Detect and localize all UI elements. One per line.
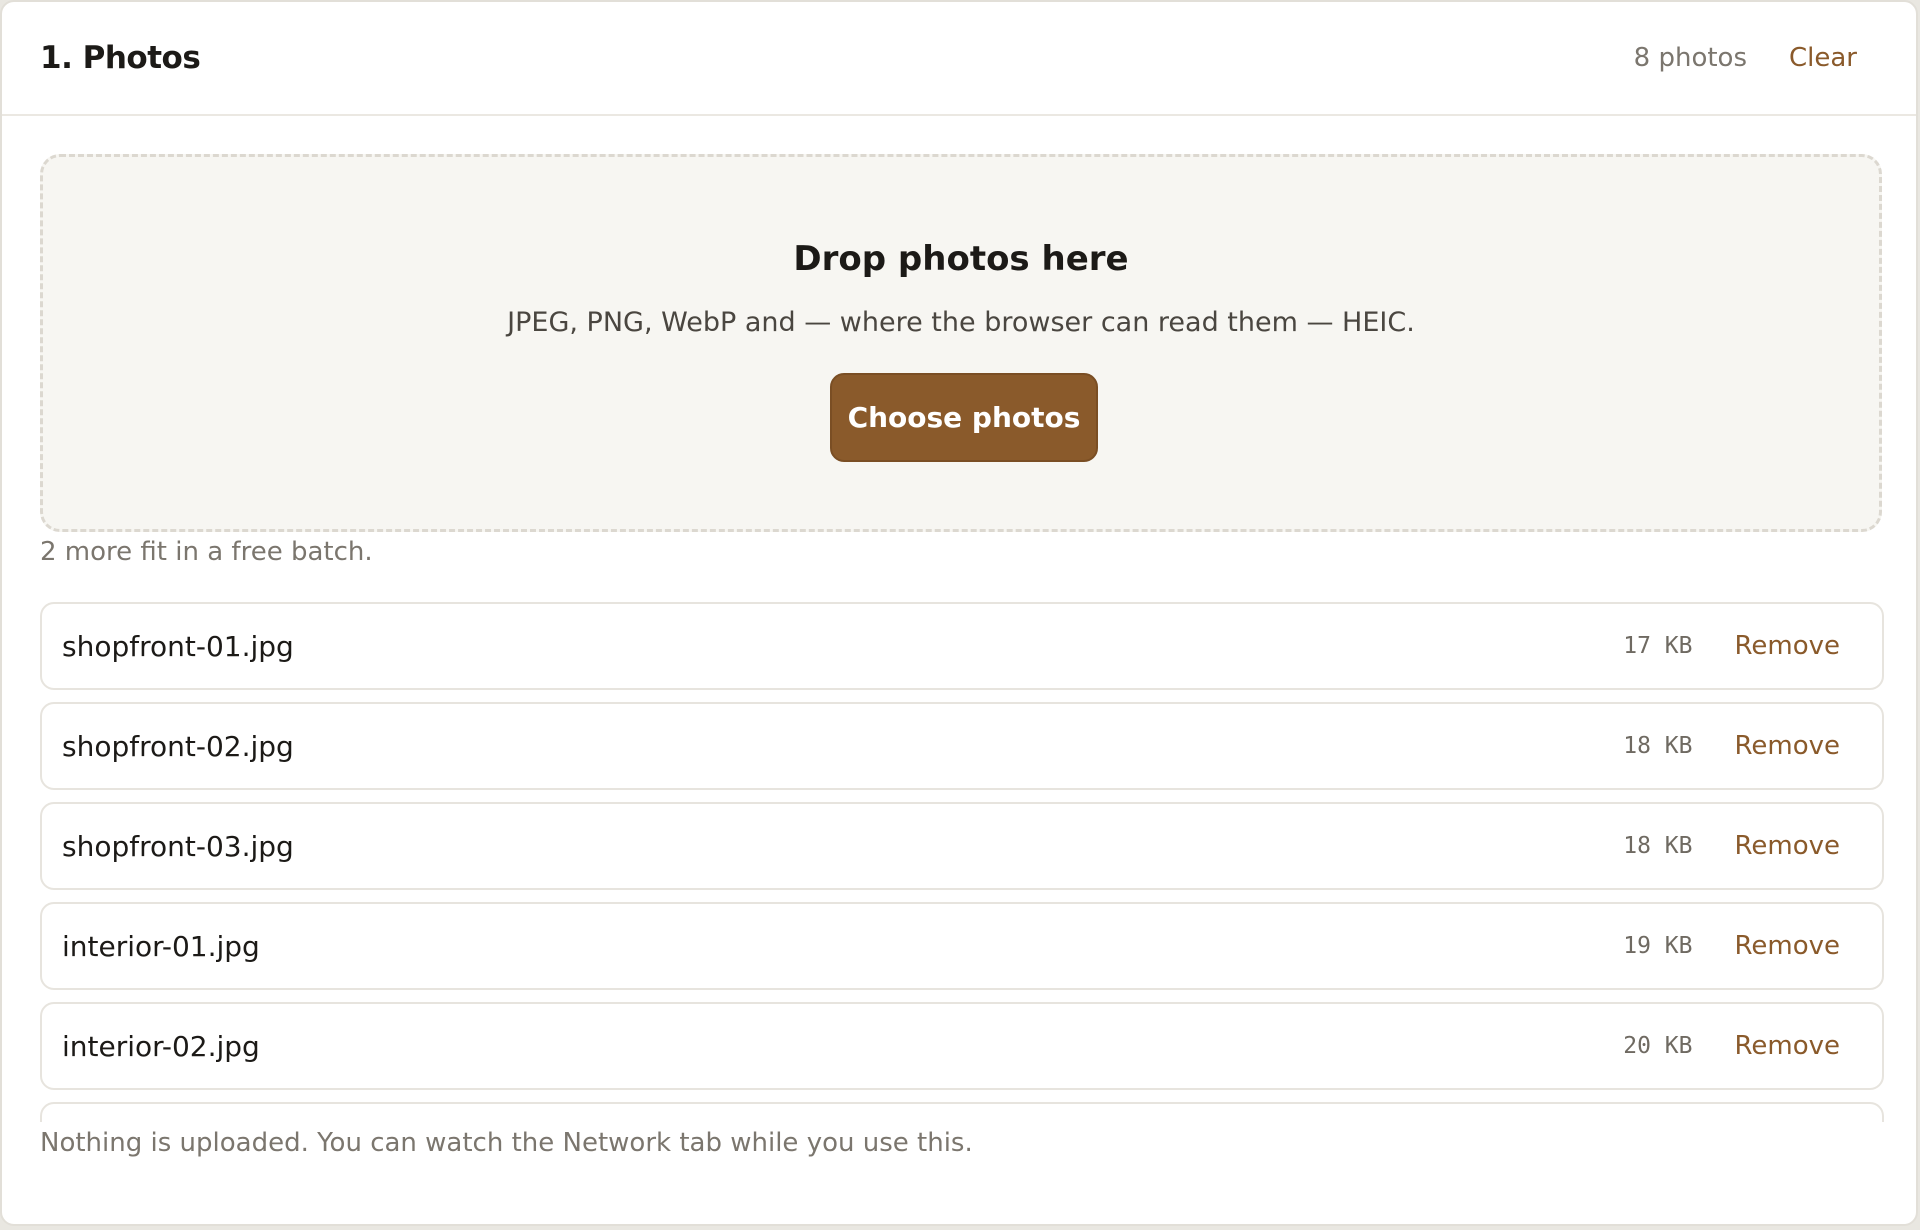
file-size: 19 KB xyxy=(1623,933,1693,959)
remove-button[interactable]: Remove xyxy=(1734,931,1840,961)
list-item: shopfront-03.jpg 18 KB Remove xyxy=(40,802,1884,890)
remove-button[interactable]: Remove xyxy=(1734,631,1840,661)
list-item: shopfront-01.jpg 17 KB Remove xyxy=(40,602,1884,690)
panel-title: 1. Photos xyxy=(40,40,201,76)
file-size: 18 KB xyxy=(1623,733,1693,759)
file-name: interior-01.jpg xyxy=(62,929,260,963)
list-item: shopfront-02.jpg 18 KB Remove xyxy=(40,702,1884,790)
photo-count: 8 photos xyxy=(1633,43,1747,73)
remove-button[interactable]: Remove xyxy=(1734,731,1840,761)
footer-note: Nothing is uploaded. You can watch the N… xyxy=(40,1128,973,1158)
file-name: shopfront-02.jpg xyxy=(62,729,294,763)
list-item-partial xyxy=(40,1102,1884,1122)
batch-note: 2 more fit in a free batch. xyxy=(40,537,373,567)
file-name: interior-02.jpg xyxy=(62,1029,260,1063)
dropzone-hint: JPEG, PNG, WebP and — where the browser … xyxy=(507,307,1415,338)
clear-button[interactable]: Clear xyxy=(1789,43,1857,73)
file-name: shopfront-01.jpg xyxy=(62,629,294,663)
panel-header: 1. Photos 8 photos Clear xyxy=(2,2,1916,116)
remove-button[interactable]: Remove xyxy=(1734,831,1840,861)
file-size: 20 KB xyxy=(1623,1033,1693,1059)
list-item: interior-01.jpg 19 KB Remove xyxy=(40,902,1884,990)
photo-dropzone[interactable]: Drop photos here JPEG, PNG, WebP and — w… xyxy=(40,154,1882,532)
dropzone-title: Drop photos here xyxy=(793,239,1129,279)
photos-panel: 1. Photos 8 photos Clear Drop photos her… xyxy=(0,0,1918,1226)
file-size: 18 KB xyxy=(1623,833,1693,859)
file-list[interactable]: shopfront-01.jpg 17 KB Remove shopfront-… xyxy=(40,602,1884,1122)
remove-button[interactable]: Remove xyxy=(1734,1031,1840,1061)
choose-photos-button[interactable]: Choose photos xyxy=(830,373,1098,462)
header-actions: 8 photos Clear xyxy=(1634,43,1857,73)
file-name: shopfront-03.jpg xyxy=(62,829,294,863)
file-size: 17 KB xyxy=(1623,633,1693,659)
list-item: interior-02.jpg 20 KB Remove xyxy=(40,1002,1884,1090)
